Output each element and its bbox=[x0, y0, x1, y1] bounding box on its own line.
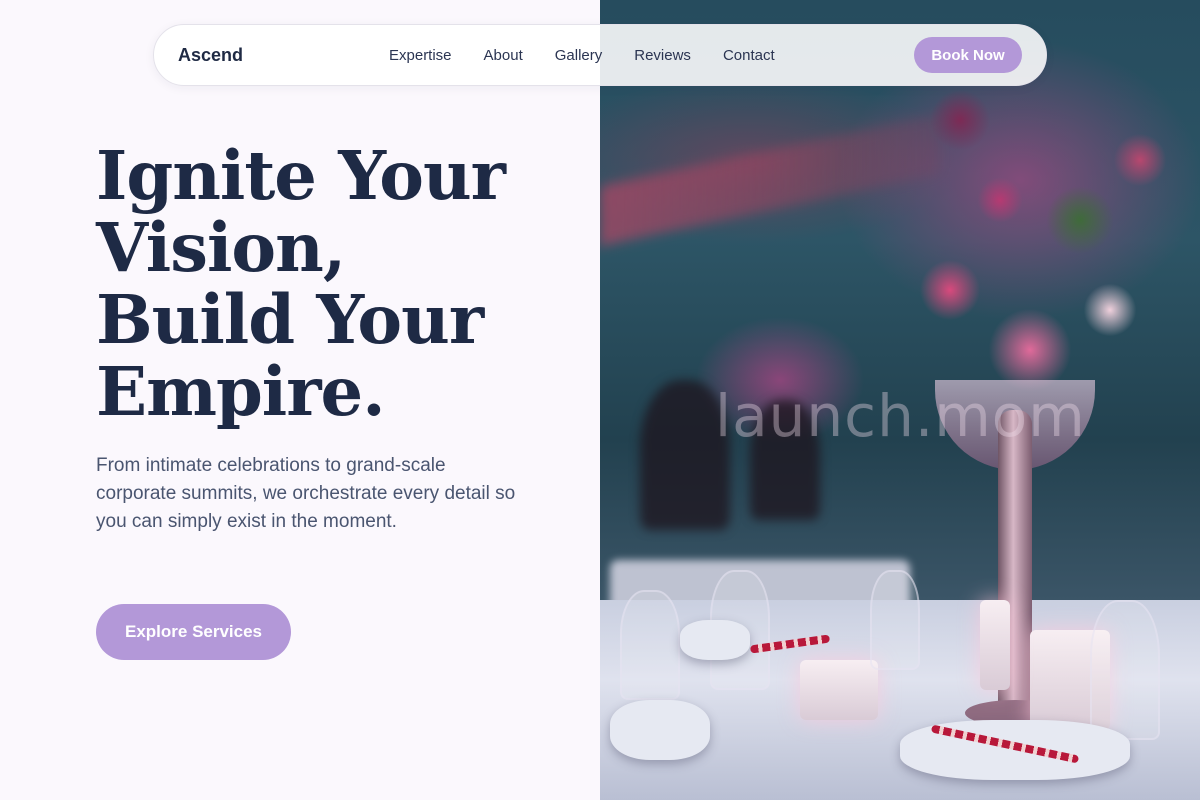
navbar: Ascend Expertise About Gallery Reviews C… bbox=[153, 24, 1047, 86]
nav-link-gallery[interactable]: Gallery bbox=[555, 47, 603, 64]
hero-title-line: Build Your bbox=[96, 280, 484, 359]
nav-links: Expertise About Gallery Reviews Contact bbox=[389, 47, 775, 64]
hero-title-line: Vision, bbox=[96, 208, 346, 287]
hero-title-line: Empire. bbox=[96, 352, 386, 431]
napkin bbox=[680, 620, 750, 660]
brand-logo[interactable]: Ascend bbox=[178, 45, 389, 66]
explore-services-button[interactable]: Explore Services bbox=[96, 604, 291, 660]
wine-glass bbox=[1090, 600, 1160, 740]
hero-title: Ignite Your Vision, Build Your Empire. bbox=[96, 140, 576, 428]
hero-image: launch.mom bbox=[600, 0, 1200, 800]
candle bbox=[980, 600, 1010, 690]
watermark: launch.mom bbox=[715, 382, 1086, 450]
nav-link-about[interactable]: About bbox=[484, 47, 523, 64]
wine-glass bbox=[870, 570, 920, 670]
hero-title-line: Ignite Your bbox=[96, 136, 506, 215]
napkin bbox=[610, 700, 710, 760]
nav-link-expertise[interactable]: Expertise bbox=[389, 47, 452, 64]
hero-subtitle: From intimate celebrations to grand-scal… bbox=[96, 455, 516, 532]
book-now-button[interactable]: Book Now bbox=[914, 37, 1022, 73]
nav-link-contact[interactable]: Contact bbox=[723, 47, 775, 64]
nav-link-reviews[interactable]: Reviews bbox=[634, 47, 691, 64]
flower-arrangement bbox=[880, 60, 1180, 420]
wine-glass bbox=[620, 590, 680, 700]
candle bbox=[800, 660, 878, 720]
